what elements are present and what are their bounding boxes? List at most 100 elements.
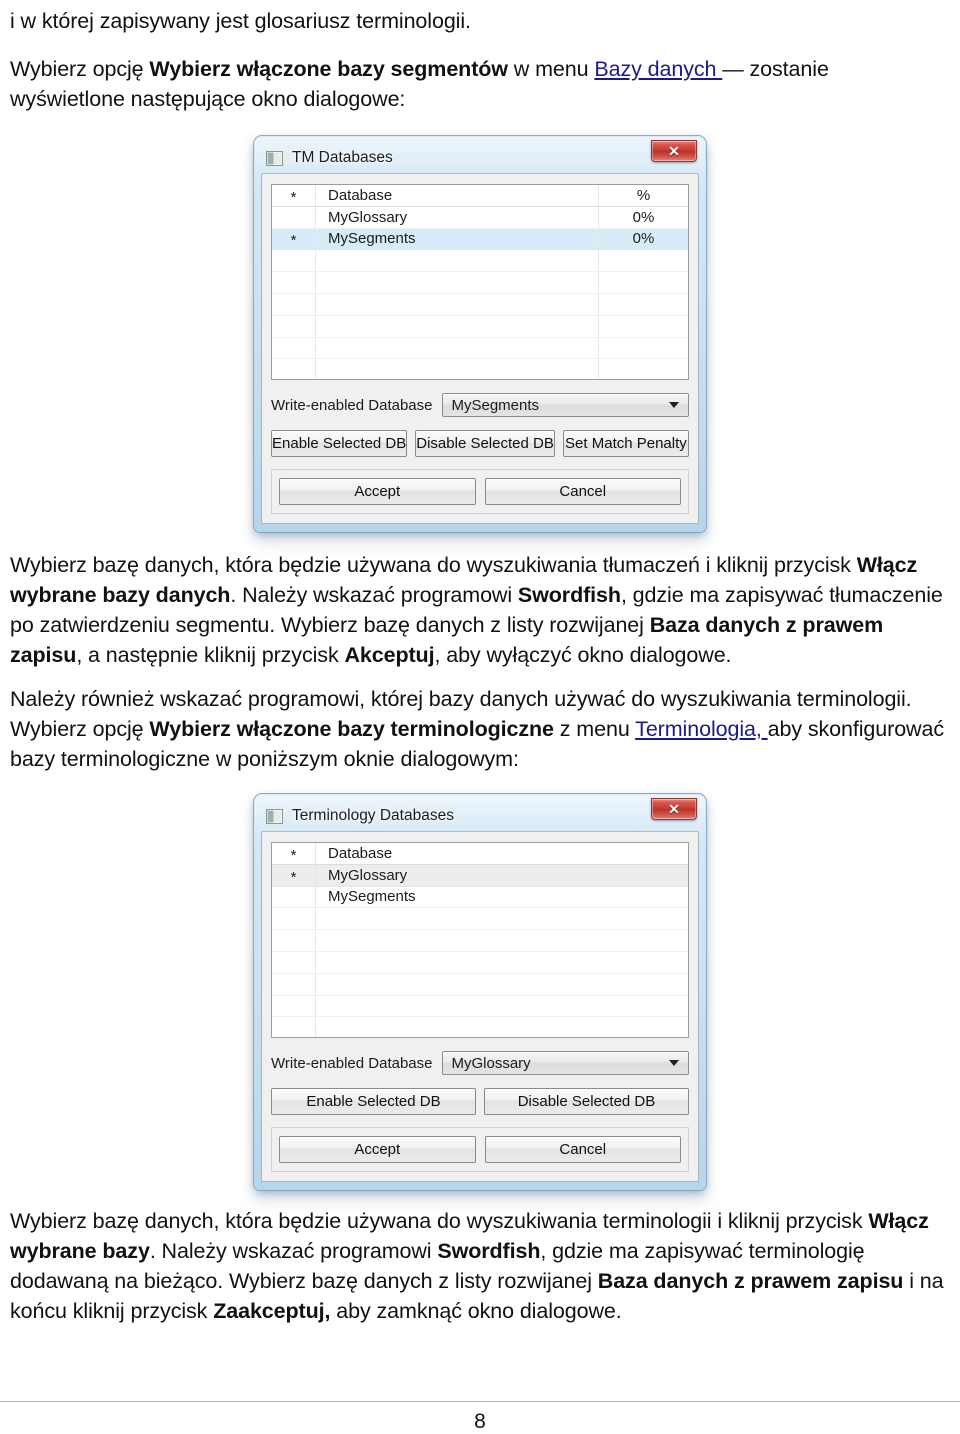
table-row[interactable]: MySegments	[272, 886, 688, 909]
table-row-empty	[272, 973, 688, 996]
tm-databases-dialog-container: TM Databases ✕ * Database % MyGlossary 0	[0, 136, 960, 532]
row-percent-cell: 0%	[598, 206, 688, 228]
row-database-cell	[316, 250, 598, 271]
enable-selected-db-button[interactable]: Enable Selected DB	[271, 1088, 476, 1115]
close-button[interactable]: ✕	[651, 140, 697, 162]
tm-dialog-titlebar[interactable]: TM Databases ✕	[261, 140, 699, 173]
row-database-cell: MySegments	[328, 888, 416, 906]
terminology-action-buttons: Enable Selected DB Disable Selected DB	[271, 1088, 689, 1115]
row-star-cell	[272, 1017, 316, 1037]
link-bazy-danych[interactable]: Bazy danych	[594, 57, 722, 81]
window-icon	[266, 808, 283, 824]
table-row-empty	[272, 272, 688, 294]
row-star-cell	[272, 930, 316, 951]
header-percent-cell: %	[598, 185, 688, 206]
cancel-button[interactable]: Cancel	[484, 478, 681, 505]
link-terminologia[interactable]: Terminologia,	[635, 717, 767, 741]
header-database-cell: Database	[328, 844, 393, 862]
terminology-footer-buttons: Accept Cancel	[279, 1136, 681, 1163]
paragraph-intro: i w której zapisywany jest glosariusz te…	[0, 0, 960, 36]
terminology-dialog-body: * Database * MyGlossary MySegments Write…	[261, 831, 699, 1182]
p5-a: Wybierz bazę danych, która będzie używan…	[10, 1209, 869, 1233]
close-button[interactable]: ✕	[651, 798, 697, 820]
row-database-cell	[316, 359, 598, 379]
row-star-cell	[272, 973, 316, 995]
tm-action-buttons: Enable Selected DB Disable Selected DB S…	[271, 430, 689, 457]
disable-selected-db-button[interactable]: Disable Selected DB	[484, 1088, 689, 1115]
set-match-penalty-button[interactable]: Set Match Penalty	[562, 430, 689, 457]
row-star-cell: *	[272, 228, 316, 250]
table-row-empty	[272, 908, 688, 931]
accept-button[interactable]: Accept	[279, 478, 476, 505]
page-footer: 8	[0, 1401, 960, 1434]
terminology-databases-dialog: Terminology Databases ✕ * Database * MyG…	[254, 794, 706, 1190]
p4-b: z menu	[553, 717, 636, 741]
p2-bold-menu-item: Wybierz włączone bazy segmentów	[149, 57, 508, 81]
row-star-cell	[272, 951, 316, 973]
row-database-cell	[316, 294, 598, 315]
row-percent-cell	[598, 250, 688, 272]
row-star-cell: *	[272, 864, 316, 886]
row-database-cell	[316, 996, 688, 1017]
row-star-cell	[272, 315, 316, 337]
p3-a: Wybierz bazę danych, która będzie używan…	[10, 553, 857, 577]
terminology-write-enabled-row: Write-enabled Database MyGlossary	[271, 1051, 689, 1075]
p2-pre: Wybierz opcję	[10, 57, 150, 81]
table-row-empty	[272, 1017, 688, 1037]
enable-selected-db-button[interactable]: Enable Selected DB	[271, 430, 408, 457]
row-percent-cell	[598, 272, 688, 293]
chevron-down-icon	[669, 402, 679, 408]
p5-bold-swordfish: Swordfish	[437, 1239, 541, 1263]
document-page: i w której zapisywany jest glosariusz te…	[0, 0, 960, 1434]
row-star-cell	[272, 206, 316, 228]
p5-bold-write-enabled: Baza danych z prawem zapisu	[597, 1269, 904, 1293]
row-database-cell	[316, 316, 598, 337]
row-star-cell	[272, 337, 316, 359]
p5-b: . Należy wskazać programowi	[149, 1239, 438, 1263]
write-enabled-database-value: MySegments	[451, 396, 540, 414]
row-database-cell	[316, 930, 688, 951]
terminology-databases-dialog-container: Terminology Databases ✕ * Database * MyG…	[0, 794, 960, 1190]
row-database-cell	[316, 952, 688, 973]
tm-databases-dialog: TM Databases ✕ * Database % MyGlossary 0	[254, 136, 706, 532]
p3-bold-swordfish: Swordfish	[517, 583, 621, 607]
row-percent-cell	[598, 359, 688, 379]
p3-d: , a następnie kliknij przycisk	[76, 643, 345, 667]
page-number: 8	[474, 1410, 486, 1433]
terminology-dialog-footer: Accept Cancel	[271, 1127, 689, 1172]
table-row[interactable]: * MySegments 0%	[272, 228, 688, 251]
row-star-cell	[272, 995, 316, 1017]
table-row[interactable]: * MyGlossary	[272, 864, 688, 887]
table-row-empty	[272, 995, 688, 1018]
table-row-empty	[272, 951, 688, 974]
table-header-row: * Database %	[272, 185, 688, 207]
chevron-down-icon	[669, 1060, 679, 1066]
row-percent-cell	[598, 293, 688, 315]
write-enabled-database-select[interactable]: MySegments	[442, 393, 689, 417]
p3-e: , aby wyłączyć okno dialogowe.	[434, 643, 732, 667]
terminology-database-table[interactable]: * Database * MyGlossary MySegments	[271, 842, 689, 1038]
tm-database-table[interactable]: * Database % MyGlossary 0% * MySegments …	[271, 184, 689, 380]
cancel-button[interactable]: Cancel	[484, 1136, 681, 1163]
table-row-empty	[272, 315, 688, 338]
write-enabled-database-value: MyGlossary	[451, 1054, 531, 1072]
disable-selected-db-button[interactable]: Disable Selected DB	[415, 430, 555, 457]
row-percent-cell: 0%	[598, 228, 688, 250]
row-star-cell	[272, 359, 316, 379]
row-database-cell: MyGlossary	[328, 866, 408, 884]
window-icon	[266, 150, 283, 166]
row-database-cell	[316, 908, 688, 929]
close-icon: ✕	[668, 143, 680, 159]
terminology-dialog-titlebar[interactable]: Terminology Databases ✕	[261, 798, 699, 831]
accept-button[interactable]: Accept	[279, 1136, 476, 1163]
table-row[interactable]: MyGlossary 0%	[272, 206, 688, 229]
header-star-cell: *	[272, 843, 316, 864]
paragraph-tm-explanation: Wybierz bazę danych, która będzie używan…	[0, 550, 960, 670]
row-database-cell: MySegments	[328, 230, 416, 248]
paragraph-terminology-explanation: Wybierz bazę danych, która będzie używan…	[0, 1206, 960, 1326]
write-enabled-database-select[interactable]: MyGlossary	[442, 1051, 689, 1075]
